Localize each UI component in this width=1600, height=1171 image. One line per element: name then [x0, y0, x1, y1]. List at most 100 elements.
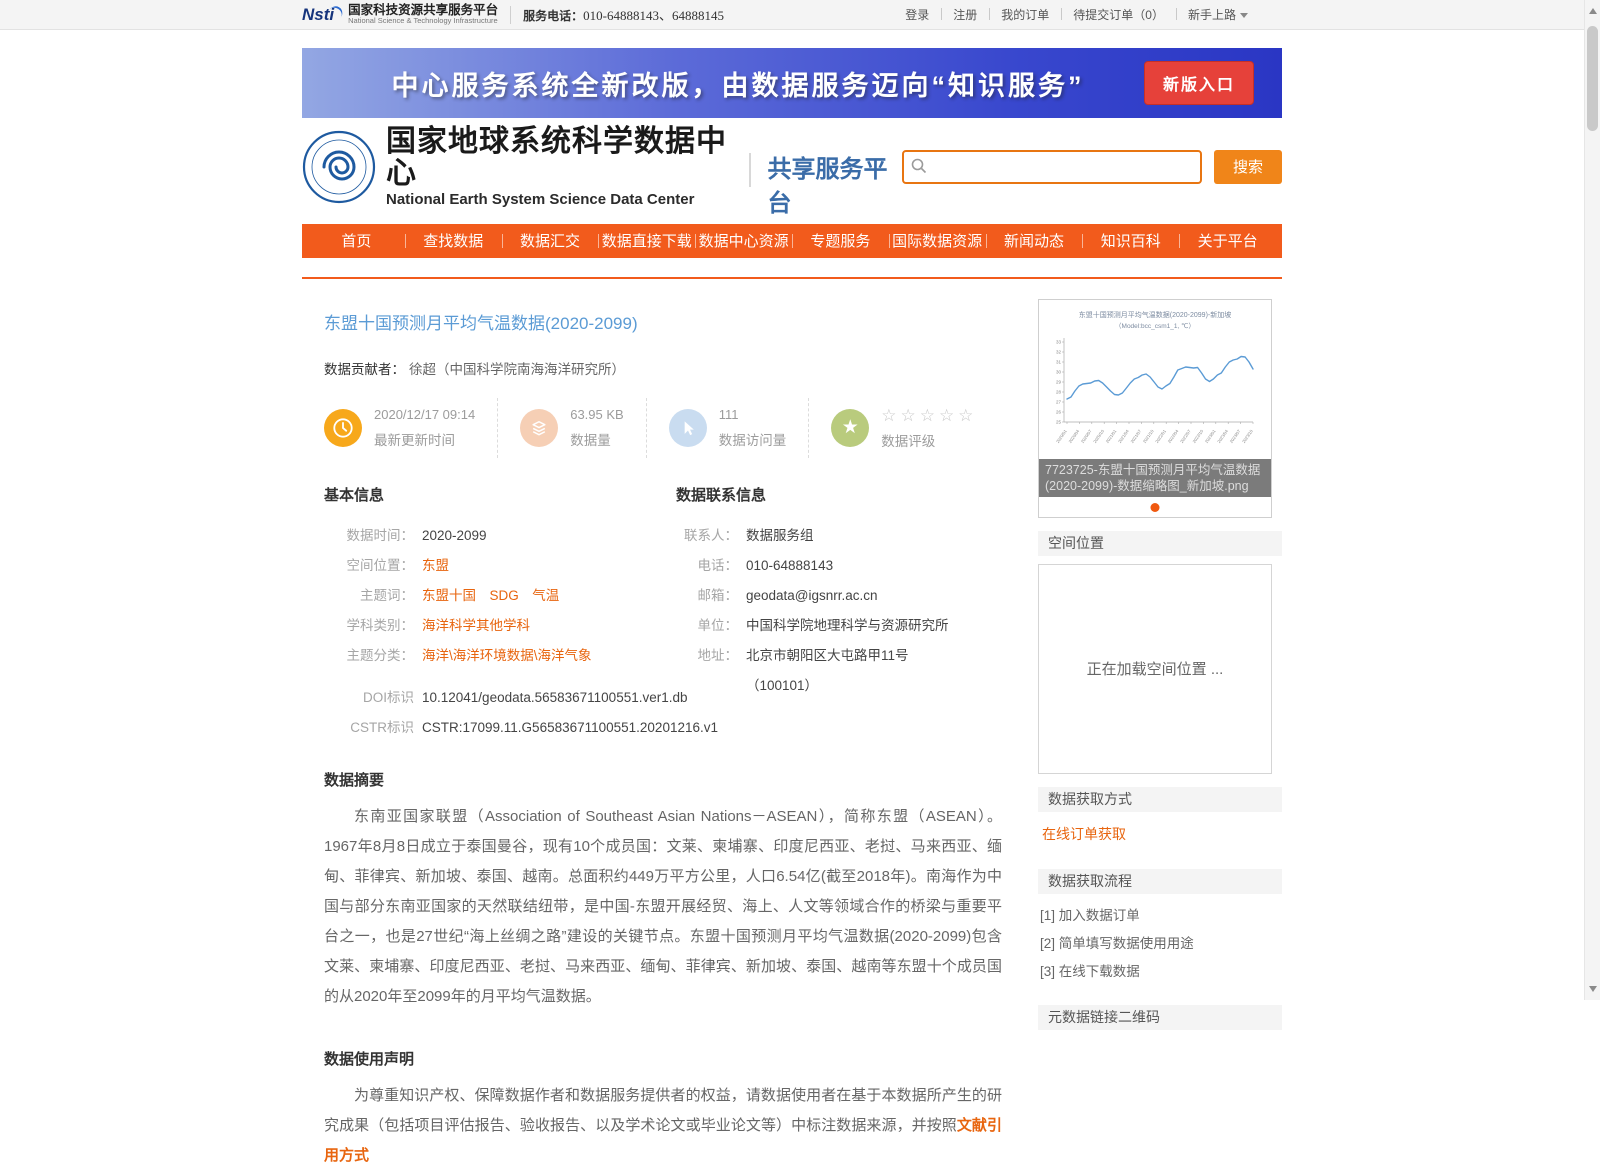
info-row-discipline: 学科类别： 海洋科学其他学科	[324, 611, 676, 641]
stat-size-value: 63.95 KB	[570, 406, 624, 422]
scrollbar-up-arrow[interactable]	[1589, 8, 1597, 14]
contact-row-address: 地址： 北京市朝阳区大屯路甲11号（100101）	[697, 647, 909, 693]
usage-text: 为尊重知识产权、保障数据作者和数据服务提供者的权益，请数据使用者在基于本数据所产…	[324, 1081, 1002, 1171]
topbar-brand-en: National Science & Technology Infrastruc…	[348, 16, 498, 26]
search-button[interactable]: 搜索	[1214, 149, 1282, 184]
search-input[interactable]	[902, 149, 1202, 184]
svg-text:2021/10: 2021/10	[1142, 428, 1155, 444]
svg-text:（Model:bcc_csm1_1, ℃）: （Model:bcc_csm1_1, ℃）	[1115, 322, 1195, 330]
qr-heading: 元数据链接二维码	[1038, 1004, 1282, 1030]
site-logo	[302, 130, 376, 203]
contact-info-heading: 数据联系信息	[676, 486, 767, 504]
main-nav: 首页 查找数据 数据汇交 数据直接下载 数据中心资源 专题服务 国际数据资源 新…	[302, 223, 1282, 258]
location-link[interactable]: 东盟	[422, 551, 449, 581]
abstract-section: 数据摘要 东南亚国家联盟（Association of Southeast As…	[324, 769, 1002, 1012]
process-step-3: [3] 在线下载数据	[1040, 963, 1140, 979]
thumbnail-chart[interactable]: 东盟十国预测月平均气温数据(2020-2099)-新加坡 （Model:bcc_c…	[1043, 304, 1267, 466]
rating-stars[interactable]: ☆☆☆☆☆	[881, 406, 977, 426]
site-title: 国家地球系统科学数据中心 National Earth System Scien…	[386, 126, 733, 208]
keywords-links[interactable]: 东盟十国 SDG 气温	[422, 581, 559, 611]
layers-icon	[520, 408, 559, 447]
register-link[interactable]: 注册	[941, 6, 989, 23]
svg-text:31: 31	[1056, 359, 1062, 364]
nav-item-news[interactable]: 新闻动态	[985, 224, 1083, 258]
stat-visits-value: 111	[718, 406, 739, 422]
spatial-heading: 空间位置	[1038, 530, 1282, 556]
svg-text:33: 33	[1056, 339, 1062, 344]
contributor-value: 徐超（中国科学院南海海洋研究所）	[409, 361, 625, 377]
nav-item-center-resources[interactable]: 数据中心资源	[695, 224, 792, 258]
online-order-link[interactable]: 在线订单获取	[1038, 812, 1282, 856]
scrollbar[interactable]	[1584, 0, 1600, 1000]
thumbnail-caption: 7723725-东盟十国预测月平均气温数据(2020-2099)-数据缩略图_新…	[1039, 458, 1271, 497]
svg-text:32: 32	[1056, 349, 1062, 354]
info-row-location: 空间位置： 东盟	[324, 551, 676, 581]
dataset-detail: 东盟十国预测月平均气温数据(2020-2099) 数据贡献者： 徐超（中国科学院南…	[302, 279, 1002, 1171]
process-step-1: [1] 加入数据订单	[1040, 907, 1140, 923]
svg-text:2020/10: 2020/10	[1092, 428, 1105, 444]
stat-rating-label: 数据评级	[881, 433, 936, 449]
contact-row-email: 邮箱： geodata@igsnrr.ac.cn	[697, 587, 878, 603]
svg-text:2022/07: 2022/07	[1179, 428, 1192, 444]
site-title-en: National Earth System Science Data Cente…	[386, 191, 695, 208]
pending-orders-link[interactable]: 待提交订单（0）	[1061, 6, 1176, 23]
nav-item-knowledge[interactable]: 知识百科	[1082, 224, 1179, 258]
chevron-down-icon	[1240, 13, 1248, 19]
new-version-button[interactable]: 新版入口	[1143, 61, 1254, 105]
clock-icon	[324, 408, 362, 447]
service-phone: 服务电话：010-64888143、64888145	[523, 5, 724, 24]
svg-text:30: 30	[1056, 369, 1062, 374]
nav-item-find-data[interactable]: 查找数据	[404, 224, 502, 258]
svg-text:2020/04: 2020/04	[1067, 428, 1080, 444]
site-header: 国家地球系统科学数据中心 National Earth System Scien…	[0, 118, 1584, 218]
info-row-doi: DOI标识 10.12041/geodata.56583671100551.ver…	[362, 689, 688, 705]
discipline-link[interactable]: 海洋科学其他学科	[422, 611, 530, 641]
contributor-label: 数据贡献者：	[324, 361, 405, 377]
svg-text:2023/04: 2023/04	[1216, 428, 1229, 444]
site-title-cn: 国家地球系统科学数据中心	[386, 125, 727, 190]
beginner-guide-link[interactable]: 新手上路	[1175, 6, 1260, 23]
info-row-cstr: CSTR标识 CSTR:17099.11.G56583671100551.2020…	[350, 719, 718, 735]
beginner-guide-label: 新手上路	[1187, 8, 1236, 22]
nav-item-international-resources[interactable]: 国际数据资源	[888, 224, 986, 258]
stat-updated-value: 2020/12/17 09:14	[374, 406, 476, 422]
nav-item-direct-download[interactable]: 数据直接下载	[598, 224, 695, 258]
scrollbar-down-arrow[interactable]	[1589, 986, 1597, 992]
my-orders-link[interactable]: 我的订单	[989, 6, 1061, 23]
promo-banner: 中心服务系统全新改版，由数据服务迈向“知识服务” 新版入口	[302, 48, 1282, 118]
search-icon	[911, 158, 927, 173]
stat-visits-label: 数据访问量	[718, 432, 787, 448]
promo-banner-text: 中心服务系统全新改版，由数据服务迈向“知识服务”	[391, 70, 1085, 101]
info-row-time: 数据时间： 2020-2099	[346, 527, 487, 543]
contact-row-org: 单位： 中国科学院地理科学与资源研究所	[697, 617, 949, 633]
scrollbar-thumb[interactable]	[1587, 26, 1598, 131]
contact-info-section: 数据联系信息 联系人： 数据服务组 电话： 010-64888143 邮箱： geod…	[676, 484, 1002, 743]
spatial-loading-text: 正在加载空间位置 ...	[1086, 661, 1224, 679]
nsti-logo: Nsti	[302, 5, 340, 25]
carousel-dot[interactable]	[1150, 502, 1160, 512]
contributor-line: 数据贡献者： 徐超（中国科学院南海海洋研究所）	[324, 358, 1002, 378]
svg-text:2021/07: 2021/07	[1129, 428, 1142, 444]
nav-item-about[interactable]: 关于平台	[1179, 224, 1276, 258]
svg-text:2022/01: 2022/01	[1154, 428, 1167, 444]
svg-text:2022/10: 2022/10	[1191, 428, 1204, 444]
nav-item-data-submission[interactable]: 数据汇交	[501, 224, 599, 258]
nav-item-home[interactable]: 首页	[308, 224, 405, 258]
topbar: Nsti 国家科技资源共享服务平台 National Science & Tec…	[0, 0, 1584, 30]
login-link[interactable]: 登录	[893, 6, 941, 23]
abstract-text: 东南亚国家联盟（Association of Southeast Asian N…	[324, 807, 1002, 1005]
stat-size-label: 数据量	[570, 432, 611, 448]
contact-row-person: 联系人： 数据服务组	[684, 527, 814, 543]
nav-item-special-services[interactable]: 专题服务	[791, 224, 889, 258]
service-phone-label: 服务电话：	[523, 9, 584, 23]
svg-text:29: 29	[1056, 379, 1062, 384]
spatial-map-box: 正在加载空间位置 ...	[1038, 563, 1272, 774]
topbar-divider	[510, 5, 512, 24]
contact-row-phone: 电话： 010-64888143	[697, 557, 834, 573]
platform-label: 共享服务平台	[749, 152, 902, 217]
category-link[interactable]: 海洋\海洋环境数据\海洋气象	[422, 641, 592, 671]
thumbnail-carousel: 东盟十国预测月平均气温数据(2020-2099)-新加坡 （Model:bcc_c…	[1038, 298, 1272, 518]
sidebar: 东盟十国预测月平均气温数据(2020-2099)-新加坡 （Model:bcc_c…	[1038, 279, 1282, 1171]
svg-text:2020/07: 2020/07	[1080, 428, 1093, 444]
cursor-icon	[668, 408, 707, 447]
